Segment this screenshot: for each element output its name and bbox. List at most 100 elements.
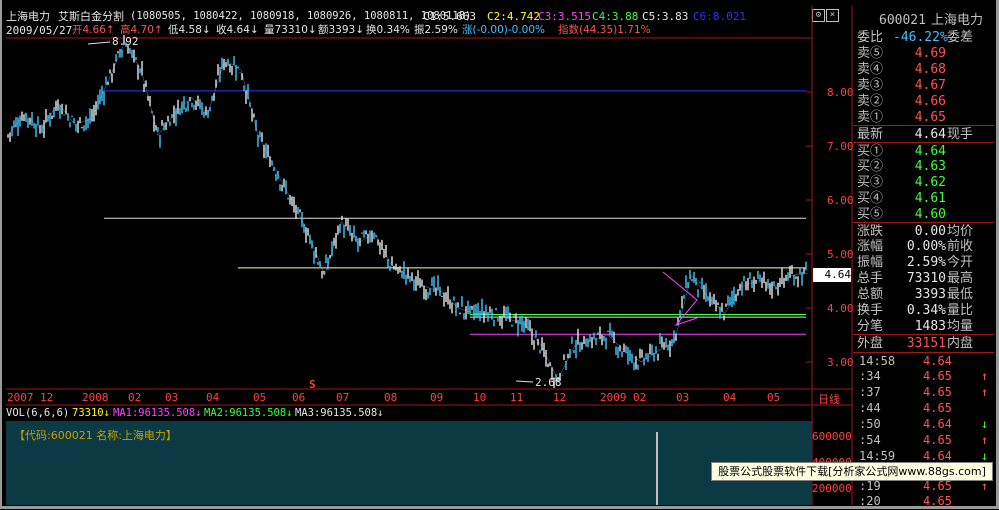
bid-price: 4.61 xyxy=(914,191,946,206)
date-tick-label: 11 xyxy=(510,391,524,404)
rp-name: 上海电力 xyxy=(931,13,984,28)
ask-row: 卖⑤ 4.69 xyxy=(853,45,994,62)
sell-signal-marker: S xyxy=(309,378,316,391)
vol-ma2: MA2:96135.508↓ xyxy=(204,407,293,419)
price-line xyxy=(7,41,809,380)
trade-arrow: ↑ xyxy=(981,385,989,399)
stock-chart-window: 上海电力 艾斯白金分割 (1080505, 1080422, 1080918, … xyxy=(0,0,999,509)
bid-price: 4.60 xyxy=(914,207,946,222)
advert-banner[interactable]: 股票公式股票软件下载[分析家公式网www.88gs.com] xyxy=(711,462,993,481)
ask-label: 卖⑤ xyxy=(857,46,884,61)
stat-value: 0.34% xyxy=(906,303,946,318)
inner-label: 内盘 xyxy=(947,336,974,351)
price-tick-label: 4.00 xyxy=(827,302,854,315)
ask-label: 卖③ xyxy=(857,78,884,93)
date-tick-label: 04 xyxy=(723,391,737,404)
stat-label: 总手 xyxy=(857,271,884,286)
bid-price: 4.62 xyxy=(914,175,946,190)
rp-weibi-row: 委比 -46.22% 委差 xyxy=(853,29,994,46)
ask-price: 4.66 xyxy=(914,94,946,109)
trade-price: 4.64 xyxy=(923,417,952,431)
trade-price: 4.65 xyxy=(923,369,952,383)
peak-price-label: 8.92 xyxy=(112,35,139,48)
latest-value: 4.64 xyxy=(914,127,946,142)
rp-header: 600021 上海电力 xyxy=(853,12,994,29)
ask-row: 卖④ 4.68 xyxy=(853,61,994,78)
bid-price: 4.63 xyxy=(914,159,946,174)
golden-section-levels xyxy=(104,90,806,335)
ask-price: 4.67 xyxy=(914,78,946,93)
outer-value: 33151 xyxy=(906,336,946,351)
stat-row: 涨幅 0.00% 前收 xyxy=(853,238,994,255)
ask-price: 4.69 xyxy=(914,46,946,61)
vol-value: 73310↓ xyxy=(72,407,110,419)
date-tick-label: 2009 xyxy=(600,391,627,404)
bid-row: 买⑤ 4.60 xyxy=(853,206,994,223)
trough-price-label: 2.68 xyxy=(535,376,562,389)
trade-tick-row: :50 4.64 ↓ xyxy=(853,416,994,433)
trade-tick-row: :34 4.65 ↑ xyxy=(853,368,994,385)
ask-label: 卖② xyxy=(857,94,884,109)
price-tick-label: 5.00 xyxy=(827,248,854,261)
trade-time: :37 xyxy=(859,385,881,399)
vol-ma3: MA3:96135.508↓ xyxy=(295,407,384,419)
date-tick-label: 03 xyxy=(676,391,690,404)
price-tick-marks xyxy=(806,91,812,363)
stat-label: 总额 xyxy=(857,287,884,302)
price-tick-label: 8.00 xyxy=(827,86,854,99)
price-candles xyxy=(7,35,807,388)
date-tick-label: 02 xyxy=(128,391,142,404)
stat-value: 3393 xyxy=(914,287,946,302)
vol-tick-label: 600000 xyxy=(812,430,852,443)
stat-row: 分笔 1483 均量 xyxy=(853,318,994,335)
stat-label: 分笔 xyxy=(857,319,884,334)
date-tick-label: 12 xyxy=(40,391,54,404)
stat-value: 0.00% xyxy=(906,239,946,254)
ask-row: 卖② 4.66 xyxy=(853,93,994,110)
latest-label: 最新 xyxy=(857,127,884,142)
xianshou-label: 现手 xyxy=(947,127,974,142)
stat-label: 振幅 xyxy=(857,255,884,270)
bid-label: 买③ xyxy=(857,175,884,190)
ask-price: 4.68 xyxy=(914,62,946,77)
bid-label: 买② xyxy=(857,159,884,174)
stat-row: 总手 73310 最高 xyxy=(853,270,994,287)
trough-pointer xyxy=(515,380,534,383)
price-tick-label: 7.00 xyxy=(827,140,854,153)
ask-row: 卖③ 4.67 xyxy=(853,77,994,94)
trade-price: 4.65 xyxy=(923,433,952,447)
date-tick-label: 02 xyxy=(633,391,647,404)
rp-code: 600021 xyxy=(879,13,926,28)
stat-row: 总额 3393 最低 xyxy=(853,286,994,303)
stat-label2: 均量 xyxy=(947,319,974,334)
outer-inner-row: 外盘 33151 内盘 xyxy=(853,334,994,352)
date-tick-label: 03 xyxy=(165,391,179,404)
ask-label: 卖① xyxy=(857,110,884,125)
date-tick-label: 07 xyxy=(336,391,350,404)
vol-tick-label: 200000 xyxy=(812,482,852,495)
date-tick-label: 12 xyxy=(553,391,567,404)
weibi-label: 委比 xyxy=(857,30,884,45)
trade-time: :44 xyxy=(859,401,881,415)
volume-bar xyxy=(656,432,658,505)
stat-label2: 量比 xyxy=(947,303,974,318)
stat-label2: 最低 xyxy=(947,287,974,302)
stat-row: 振幅 2.59% 今开 xyxy=(853,254,994,271)
weibi-value: -46.22% xyxy=(893,30,948,45)
stat-value: 2.59% xyxy=(906,255,946,270)
peak-pointer xyxy=(87,41,111,45)
date-tick-label: 05 xyxy=(767,391,781,404)
date-tick-label: 2007 xyxy=(7,391,34,404)
date-tick-label: 04 xyxy=(206,391,220,404)
date-tick-label: 10 xyxy=(473,391,487,404)
price-tick-label: 6.00 xyxy=(827,194,854,207)
date-tick-label: 06 xyxy=(292,391,306,404)
stat-label2: 今开 xyxy=(947,255,974,270)
weicha-label: 委差 xyxy=(947,30,974,45)
stat-value: 73310 xyxy=(906,271,946,286)
stat-label2: 最高 xyxy=(947,271,974,286)
bid-label: 买⑤ xyxy=(857,207,884,222)
bid-row: 买② 4.63 xyxy=(853,158,994,175)
period-daily-label[interactable]: 日线 xyxy=(818,391,840,407)
ask-row: 卖① 4.65 xyxy=(853,109,994,126)
